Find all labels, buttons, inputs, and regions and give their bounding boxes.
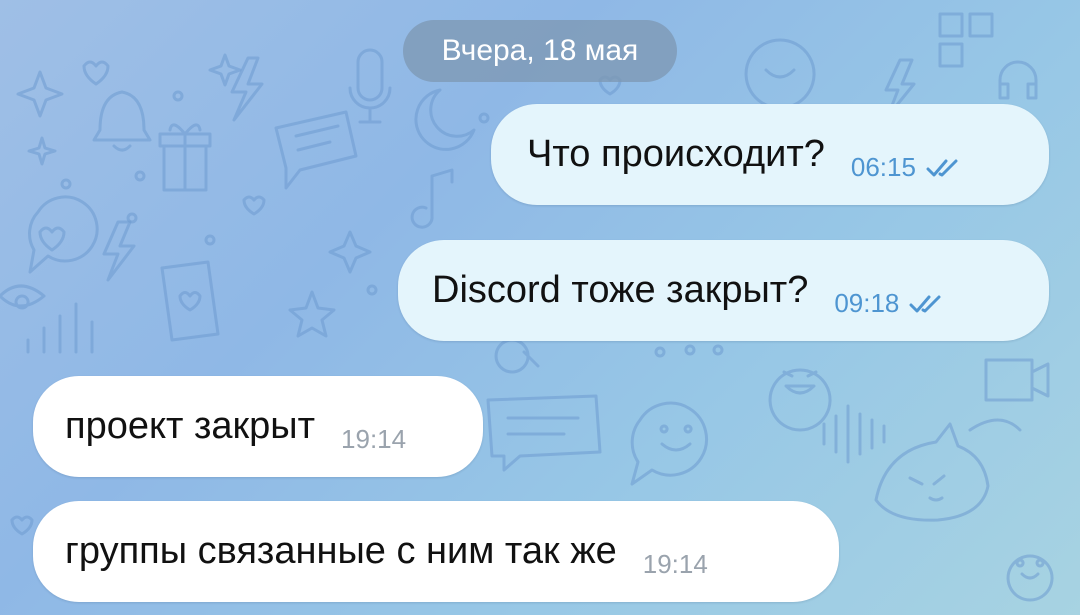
message-text: Что происходит? <box>527 133 825 175</box>
incoming-message[interactable]: проект закрыт 19:14 <box>33 376 483 477</box>
message-text: Discord тоже закрыт? <box>432 269 809 311</box>
message-text: проект закрыт <box>65 405 316 447</box>
message-time: 06:15 <box>850 152 916 182</box>
message-time: 19:14 <box>341 424 407 454</box>
outgoing-message[interactable]: Discord тоже закрыт? 09:18 <box>398 240 1049 341</box>
message-time: 19:14 <box>642 549 708 579</box>
message-meta: 06:15 <box>851 152 966 183</box>
incoming-message[interactable]: группы связанные с ним так же 19:14 <box>33 501 839 602</box>
outgoing-message[interactable]: Что происходит? 06:15 <box>491 104 1049 205</box>
message-meta: 19:14 <box>341 424 406 455</box>
message-meta: 19:14 <box>643 549 708 580</box>
message-text: группы связанные с ним так же <box>65 530 617 572</box>
date-separator: Вчера, 18 мая <box>403 20 677 82</box>
message-meta: 09:18 <box>834 288 949 319</box>
message-time: 09:18 <box>834 288 900 318</box>
double-check-icon <box>926 159 958 176</box>
double-check-icon <box>909 295 941 312</box>
